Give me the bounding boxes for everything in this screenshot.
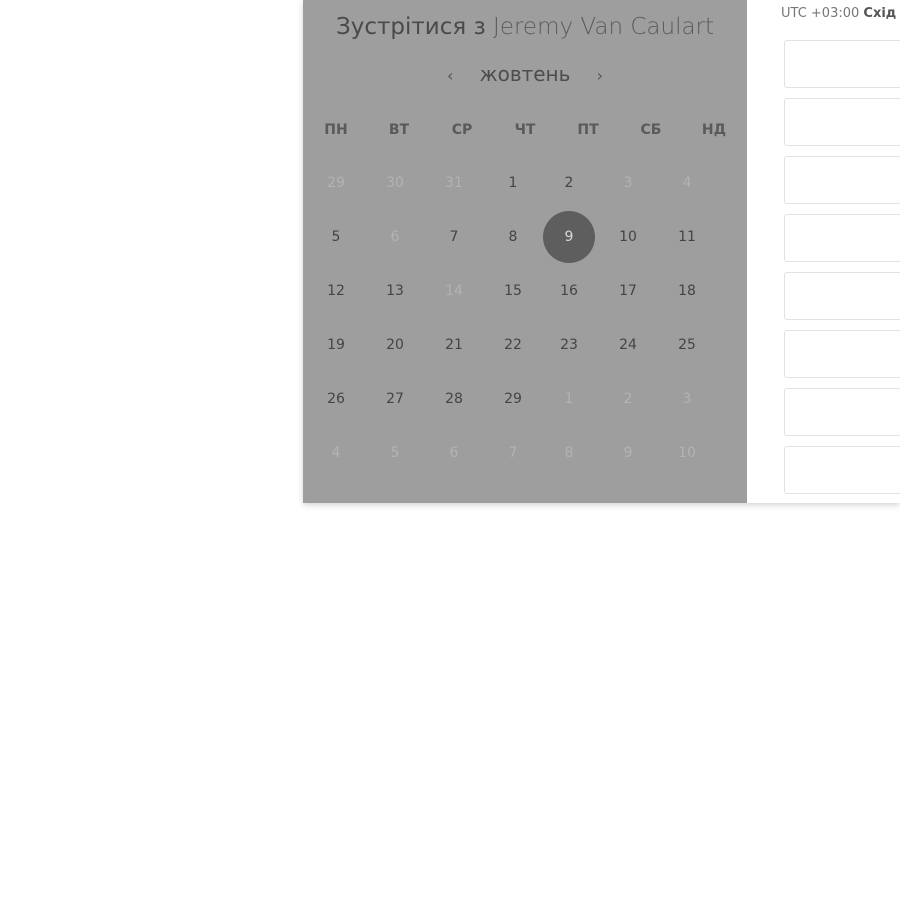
- calendar-day[interactable]: 12: [314, 269, 358, 313]
- calendar-day[interactable]: 28: [432, 377, 476, 421]
- weekday-label: ПТ: [577, 122, 599, 138]
- weekday-label: ВТ: [388, 122, 410, 138]
- booking-widget: Зустрітися з Jeremy Van Caulart ‹ жовтен…: [303, 0, 900, 503]
- calendar-day[interactable]: 15: [491, 269, 535, 313]
- calendar-day[interactable]: 2: [547, 161, 591, 205]
- host-name: Jeremy Van Caulart: [493, 14, 715, 40]
- calendar-day[interactable]: 19: [314, 323, 358, 367]
- calendar-day: 7: [508, 445, 518, 461]
- calendar-day[interactable]: 16: [547, 269, 591, 313]
- meeting-title: Зустрітися з Jeremy Van Caulart: [303, 14, 747, 40]
- time-slot-button[interactable]: [784, 446, 900, 494]
- selected-day[interactable]: 9: [543, 211, 595, 263]
- calendar-day[interactable]: 1: [491, 161, 535, 205]
- calendar-day[interactable]: 13: [373, 269, 417, 313]
- calendar-day: 2: [623, 391, 633, 407]
- calendar-day[interactable]: 24: [606, 323, 650, 367]
- calendar-day: 4: [682, 175, 692, 191]
- weekday-label: ЧТ: [514, 122, 536, 138]
- calendar-day[interactable]: 21: [432, 323, 476, 367]
- calendar-day[interactable]: 20: [373, 323, 417, 367]
- calendar-day[interactable]: 18: [665, 269, 709, 313]
- timezone-region: Схід: [863, 6, 897, 21]
- calendar-day: 4: [331, 445, 341, 461]
- time-slots-panel: UTC +03:00 Схід: [747, 0, 900, 503]
- calendar-day: 6: [390, 229, 400, 245]
- calendar-day[interactable]: 25: [665, 323, 709, 367]
- calendar-day: 8: [564, 445, 574, 461]
- month-label: жовтень: [479, 62, 571, 86]
- calendar-day[interactable]: 23: [547, 323, 591, 367]
- month-navigation: ‹ жовтень ›: [303, 62, 747, 86]
- calendar-day: 29: [327, 175, 345, 191]
- weekday-header: ПН ВТ СР ЧТ ПТ СБ НД: [303, 122, 747, 140]
- calendar-day[interactable]: 22: [491, 323, 535, 367]
- calendar-day: 14: [445, 283, 463, 299]
- time-slot-button[interactable]: [784, 272, 900, 320]
- calendar-day[interactable]: 17: [606, 269, 650, 313]
- calendar-day: 10: [678, 445, 696, 461]
- calendar-day[interactable]: 10: [606, 215, 650, 259]
- weekday-label: ПН: [324, 122, 348, 138]
- prev-month-icon[interactable]: ‹: [439, 66, 461, 85]
- calendar-day: 5: [390, 445, 400, 461]
- time-slot-button[interactable]: [784, 388, 900, 436]
- calendar-day[interactable]: 27: [373, 377, 417, 421]
- calendar-day: 31: [445, 175, 463, 191]
- calendar-day: 1: [564, 391, 574, 407]
- calendar-day: 3: [623, 175, 633, 191]
- timezone-offset: UTC +03:00: [781, 6, 860, 21]
- time-slot-button[interactable]: [784, 330, 900, 378]
- time-slot-button[interactable]: [784, 214, 900, 262]
- calendar-day[interactable]: 26: [314, 377, 358, 421]
- weekday-label: СБ: [640, 122, 662, 138]
- calendar-day: 6: [449, 445, 459, 461]
- time-slot-button[interactable]: [784, 156, 900, 204]
- calendar-day[interactable]: 11: [665, 215, 709, 259]
- time-slot-button[interactable]: [784, 98, 900, 146]
- time-slot-button[interactable]: [784, 40, 900, 88]
- calendar-day[interactable]: 5: [314, 215, 358, 259]
- meeting-title-prefix: Зустрітися з: [335, 14, 486, 40]
- calendar-day: 30: [386, 175, 404, 191]
- calendar-day: 3: [682, 391, 692, 407]
- timezone-label[interactable]: UTC +03:00 Схід: [781, 6, 896, 21]
- calendar-day: 9: [623, 445, 633, 461]
- weekday-label: НД: [701, 122, 727, 138]
- calendar-day[interactable]: 7: [432, 215, 476, 259]
- next-month-icon[interactable]: ›: [589, 66, 611, 85]
- calendar-day[interactable]: 29: [491, 377, 535, 421]
- calendar-panel: Зустрітися з Jeremy Van Caulart ‹ жовтен…: [303, 0, 747, 503]
- weekday-label: СР: [451, 122, 473, 138]
- calendar-day[interactable]: 8: [491, 215, 535, 259]
